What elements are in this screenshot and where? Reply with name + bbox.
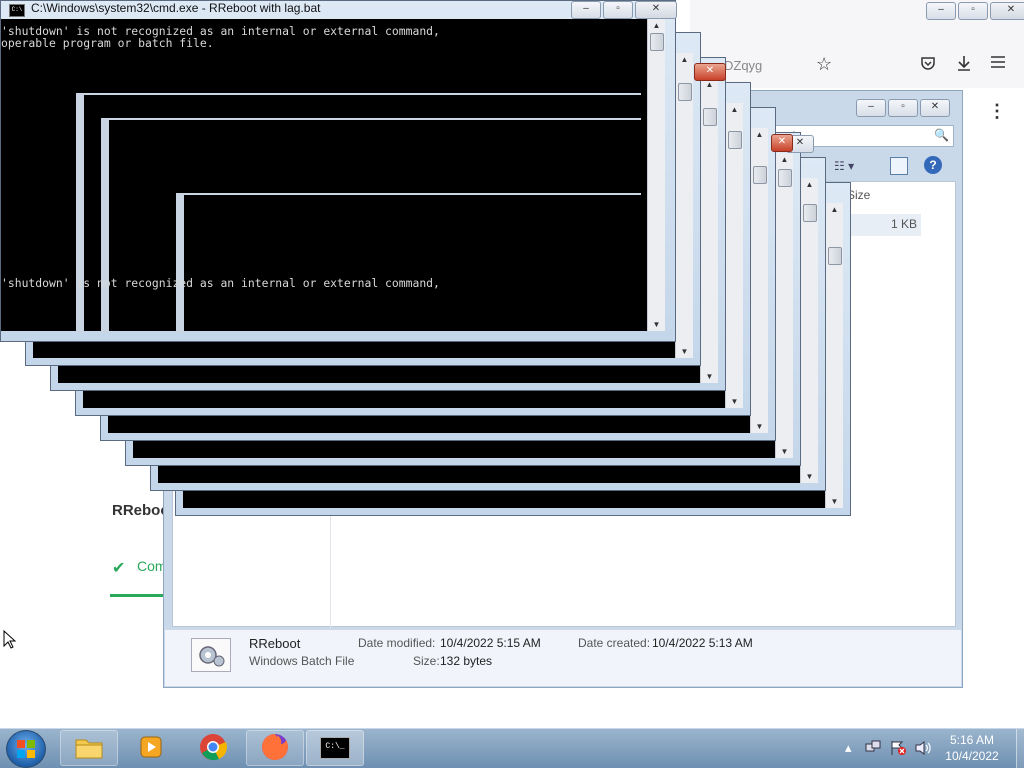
download-icon[interactable] <box>955 54 973 75</box>
browser-url-text[interactable]: DZqyg <box>724 58 762 73</box>
taskbar-media-player[interactable] <box>122 730 180 766</box>
show-desktop-button[interactable] <box>1016 729 1024 768</box>
cmd-window-controls: – ▫ ✕ <box>571 1 677 19</box>
menu-icon[interactable] <box>990 55 1006 72</box>
cmd-minimize-button[interactable]: – <box>571 1 601 19</box>
taskbar-explorer[interactable] <box>60 730 118 766</box>
star-icon[interactable]: ☆ <box>816 54 832 75</box>
explorer-close-button[interactable]: ✕ <box>920 99 950 117</box>
start-orb[interactable] <box>6 730 46 768</box>
explorer-window-controls: – ▫ ✕ <box>856 99 950 117</box>
cmd-scrollbar[interactable]: ▲ ▼ <box>675 53 693 358</box>
folder-icon <box>74 734 104 763</box>
details-file-type: Windows Batch File <box>249 654 355 668</box>
cmd-maximize-button[interactable]: ▫ <box>603 1 633 19</box>
window-frame-residue <box>176 193 184 333</box>
cmd-close-button[interactable]: ✕ <box>635 1 677 19</box>
file-size-cell[interactable]: 1 KB <box>843 214 921 236</box>
browser-window-controls: – ▫ ✕ <box>926 2 1024 20</box>
browser-maximize-button[interactable]: ▫ <box>958 2 988 20</box>
cmd-window-front[interactable]: C:\ C:\Windows\system32\cmd.exe - RReboo… <box>0 0 677 342</box>
taskbar-cmd[interactable]: C:\_ <box>306 730 364 766</box>
window-frame-residue <box>101 118 109 333</box>
check-icon: ✔ <box>112 560 126 577</box>
cmd-app-icon: C:\ <box>9 4 25 17</box>
window-frame-residue <box>101 118 641 120</box>
cmd-scrollbar[interactable]: ▲ ▼ <box>800 178 818 483</box>
help-icon[interactable]: ? <box>924 156 942 174</box>
clock-time: 5:16 AM <box>949 733 995 747</box>
kebab-menu-icon[interactable]: ⋮ <box>988 102 1006 120</box>
view-options-icon[interactable]: ☷ ▾ <box>834 159 854 173</box>
window-frame-residue <box>176 193 641 195</box>
date-created-value: 10/4/2022 5:13 AM <box>652 636 753 650</box>
date-created-label: Date created: <box>578 636 651 650</box>
cmd-close-button-red[interactable]: ✕ <box>771 134 793 152</box>
cmd-console-area[interactable]: 'shutdown' is not recognized as an inter… <box>1 19 649 333</box>
window-frame-residue <box>76 93 641 95</box>
clock-date: 10/4/2022 <box>945 749 999 763</box>
search-icon[interactable]: 🔍 <box>934 128 949 142</box>
batch-file-icon <box>191 638 231 672</box>
details-file-name: RReboot <box>249 636 301 651</box>
cmd-scrollbar[interactable]: ▲ ▼ <box>775 153 793 458</box>
date-modified-label: Date modified: <box>358 636 436 650</box>
explorer-toolbar: ☷ ▾ ? <box>834 156 954 179</box>
window-frame-residue <box>76 93 84 333</box>
action-center-icon[interactable] <box>889 740 907 759</box>
cmd-icon: C:\_ <box>320 737 350 759</box>
system-clock[interactable]: 5:16 AM 10/4/2022 <box>930 732 1014 764</box>
show-hidden-icons-icon[interactable]: ▴ <box>845 740 852 756</box>
browser-close-button[interactable]: ✕ <box>990 2 1024 20</box>
progress-underline <box>110 594 166 597</box>
explorer-maximize-button[interactable]: ▫ <box>888 99 918 117</box>
cmd-scrollbar[interactable]: ▲ ▼ <box>700 78 718 383</box>
size-value: 132 bytes <box>440 654 493 668</box>
page-title: RReboo <box>112 502 170 519</box>
cmd-scrollbar[interactable]: ▲ ▼ <box>825 203 843 508</box>
console-line-2: operable program or batch file. <box>1 36 214 50</box>
pocket-icon[interactable] <box>920 55 936 74</box>
cmd-scrollbar[interactable]: ▲ ▼ <box>647 19 665 331</box>
preview-pane-icon[interactable] <box>890 157 908 175</box>
browser-minimize-button[interactable]: – <box>926 2 956 20</box>
details-pane: RReboot Windows Batch File Date modified… <box>165 629 961 686</box>
size-label: Size: <box>413 654 440 668</box>
media-player-icon <box>138 734 164 763</box>
cmd-window-title: C:\Windows\system32\cmd.exe - RReboot wi… <box>31 1 321 15</box>
mouse-cursor-icon <box>3 629 17 653</box>
chrome-icon <box>198 732 228 765</box>
taskbar-firefox[interactable] <box>246 730 304 766</box>
cmd-scrollbar[interactable]: ▲ ▼ <box>750 128 768 433</box>
network-icon[interactable] <box>864 740 882 759</box>
taskbar-chrome[interactable] <box>184 730 242 766</box>
date-modified-value: 10/4/2022 5:15 AM <box>440 636 541 650</box>
firefox-icon <box>260 732 290 765</box>
explorer-minimize-button[interactable]: – <box>856 99 886 117</box>
cmd-scrollbar[interactable]: ▲ ▼ <box>725 103 743 408</box>
cmd-close-button-red[interactable]: ✕ <box>694 63 726 81</box>
console-line-3: 'shutdown' is not recognized as an inter… <box>1 276 440 290</box>
